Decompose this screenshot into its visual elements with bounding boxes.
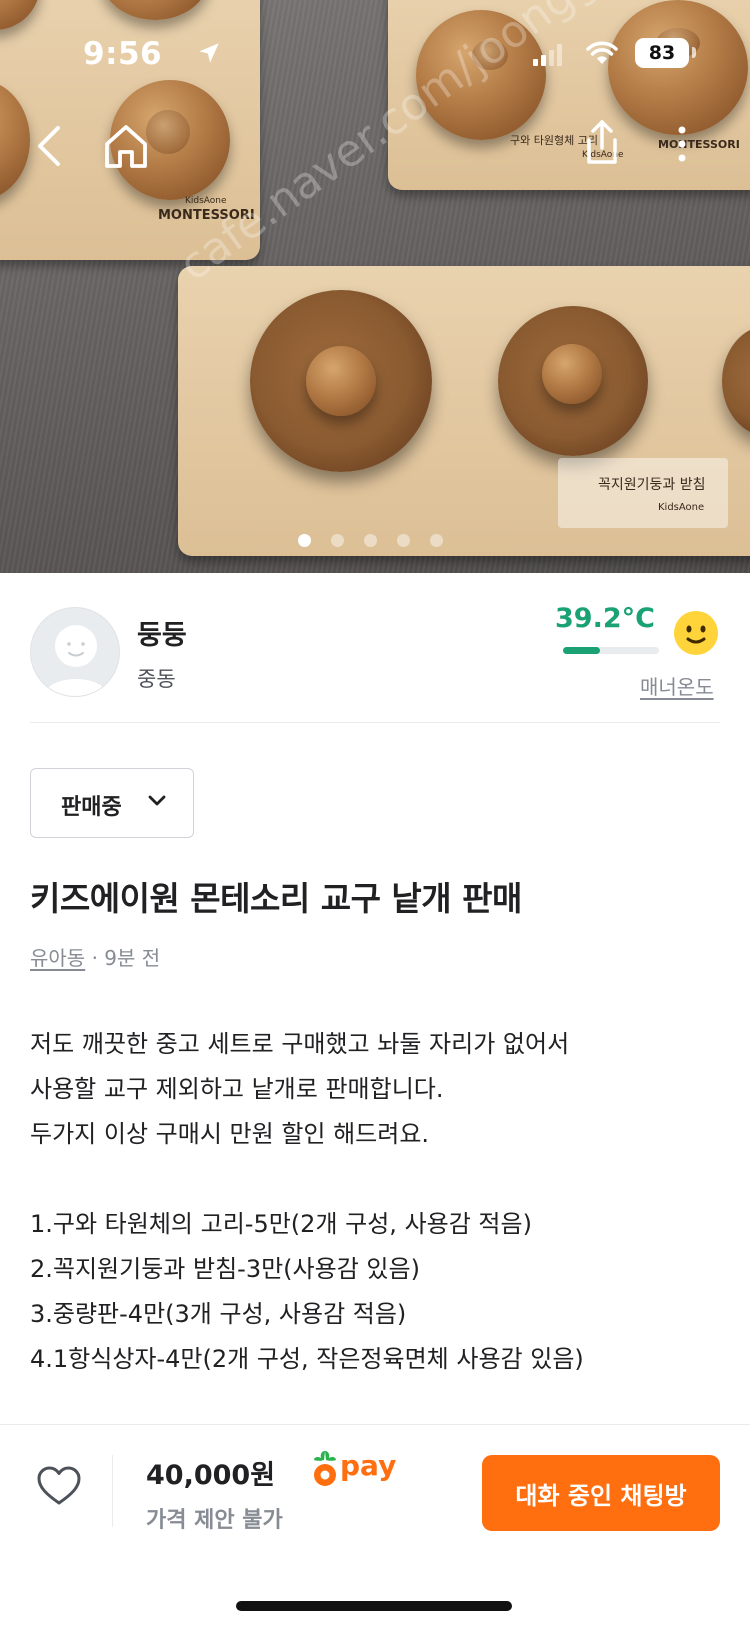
listing-title: 키즈에이원 몬테소리 교구 낱개 판매 — [30, 879, 522, 918]
sale-status-label: 판매중 — [61, 795, 122, 820]
avatar[interactable] — [30, 607, 120, 697]
photo-cylinder-medium — [498, 306, 648, 456]
description-line: 3.중량판-4만(3개 구성, 사용감 적음) — [30, 1300, 407, 1328]
price: 40,000원 — [146, 1460, 276, 1491]
photo-brand-small: KidsAone — [185, 196, 227, 206]
manner-temperature-fill — [563, 647, 601, 654]
category-link[interactable]: 유아동 — [30, 946, 85, 970]
chat-room-button[interactable]: 대화 중인 채팅방 — [482, 1455, 720, 1531]
photo-label-card: 꼭지원기둥과 받침 KidsAone — [558, 458, 728, 528]
description-line: 저도 깨끗한 중고 세트로 구매했고 놔둘 자리가 없어서 — [30, 1030, 570, 1058]
battery-indicator: 83 — [635, 38, 689, 68]
status-time: 9:56 — [83, 36, 163, 72]
listing-meta: 유아동 · 9분 전 — [30, 942, 160, 971]
manner-temperature: 39.2°C — [555, 603, 655, 634]
listing-description: 저도 깨끗한 중고 세트로 구매했고 놔둘 자리가 없어서 사용할 교구 제외하… — [30, 1022, 730, 1382]
photo-label-bottom: 꼭지원기둥과 받침 — [598, 477, 706, 493]
carousel-dot[interactable] — [331, 534, 344, 547]
default-avatar-icon — [42, 625, 110, 696]
location-arrow-icon — [199, 43, 219, 63]
description-line: 2.꼭지원기둥과 받침-3만(사용감 있음) — [30, 1255, 420, 1283]
description-line: 두가지 이상 구매시 만원 할인 해드려요. — [30, 1120, 430, 1148]
product-photo-carousel[interactable]: KidsAone MONTESSORI 구와 타원형체 고리 KidsAone … — [0, 0, 750, 573]
carousel-dot[interactable] — [298, 534, 311, 547]
battery-nub — [692, 47, 696, 58]
price-negotiation-note: 가격 제안 불가 — [146, 1508, 283, 1533]
more-icon[interactable] — [662, 116, 702, 172]
sale-status-dropdown[interactable]: 판매중 — [30, 768, 194, 838]
carousel-indicator — [0, 534, 750, 548]
heart-icon[interactable] — [36, 1465, 82, 1507]
share-icon[interactable] — [580, 116, 624, 168]
seller-location: 중동 — [137, 667, 176, 691]
pay-label: pay — [340, 1449, 397, 1482]
wifi-icon — [586, 41, 618, 64]
photo-cylinder-small — [722, 326, 750, 436]
section-divider — [30, 722, 720, 723]
description-line: 1.구와 타원체의 고리-5만(2개 구성, 사용감 적음) — [30, 1210, 532, 1238]
manner-temperature-link[interactable]: 매너온도 — [640, 671, 714, 700]
photo-cylinder-large — [250, 290, 432, 472]
chevron-down-icon — [148, 795, 166, 806]
description-blank-line — [30, 1157, 730, 1202]
description-line: 4.1항식상자-4만(2개 구성, 작은정육면체 사용감 있음) — [30, 1345, 584, 1373]
carousel-dot[interactable] — [397, 534, 410, 547]
posted-time: · 9분 전 — [91, 946, 161, 970]
smiley-face-icon — [674, 611, 718, 655]
photo-brand-corner: KidsAone — [658, 502, 705, 513]
carousel-dot[interactable] — [430, 534, 443, 547]
carrot-pay-icon — [314, 1451, 336, 1486]
status-bar: 9:56 83 — [0, 0, 750, 110]
description-line: 사용할 교구 제외하고 낱개로 판매합니다. — [30, 1075, 444, 1103]
carousel-dot[interactable] — [364, 534, 377, 547]
back-icon[interactable] — [30, 118, 70, 174]
bottom-action-bar: 40,000원 pay 가격 제안 불가 대화 중인 채팅방 — [0, 1424, 750, 1626]
home-indicator — [236, 1601, 512, 1611]
signal-icon — [533, 44, 562, 66]
manner-temperature-bar — [563, 647, 659, 654]
home-icon[interactable] — [98, 118, 154, 174]
seller-name: 둥둥 — [137, 620, 187, 651]
seller-profile[interactable]: 둥둥 중동 39.2°C 매너온도 — [0, 573, 750, 723]
bottom-divider — [112, 1455, 113, 1527]
